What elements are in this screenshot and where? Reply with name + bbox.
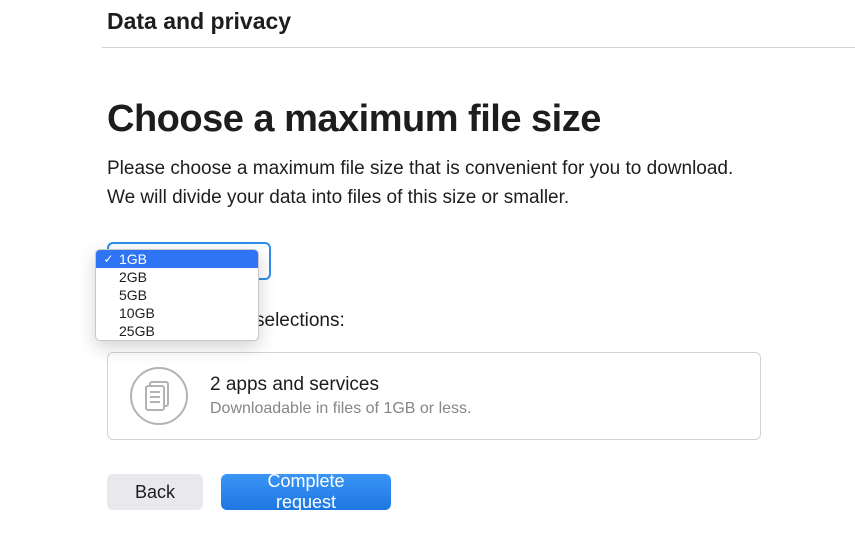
dropdown-option-label: 25GB: [119, 322, 155, 340]
summary-card: 2 apps and services Downloadable in file…: [107, 352, 761, 440]
filesize-dropdown: ✓ 1GB 2GB 5GB 10GB 25GB: [95, 249, 259, 341]
page-description: Please choose a maximum file size that i…: [107, 155, 757, 212]
review-intro: selections:: [255, 310, 855, 332]
dropdown-option-label: 2GB: [119, 268, 147, 286]
breadcrumb[interactable]: Data and privacy: [107, 0, 855, 47]
documents-icon: [130, 367, 188, 425]
dropdown-option-2gb[interactable]: 2GB: [96, 268, 258, 286]
dropdown-option-5gb[interactable]: 5GB: [96, 286, 258, 304]
divider: [102, 47, 855, 48]
summary-title: 2 apps and services: [210, 374, 471, 396]
dropdown-option-1gb[interactable]: ✓ 1GB: [96, 250, 258, 268]
button-row: Back Complete request: [107, 474, 855, 510]
summary-subtitle: Downloadable in files of 1GB or less.: [210, 400, 471, 418]
dropdown-option-label: 5GB: [119, 286, 147, 304]
check-icon: ✓: [103, 250, 114, 268]
dropdown-option-25gb[interactable]: 25GB: [96, 322, 258, 340]
complete-request-button[interactable]: Complete request: [221, 474, 391, 510]
back-button[interactable]: Back: [107, 474, 203, 510]
dropdown-option-label: 1GB: [119, 250, 147, 268]
breadcrumb-title: Data and privacy: [107, 8, 291, 34]
summary-text: 2 apps and services Downloadable in file…: [210, 374, 471, 418]
dropdown-option-label: 10GB: [119, 304, 155, 322]
dropdown-option-10gb[interactable]: 10GB: [96, 304, 258, 322]
page-title: Choose a maximum file size: [107, 98, 855, 141]
